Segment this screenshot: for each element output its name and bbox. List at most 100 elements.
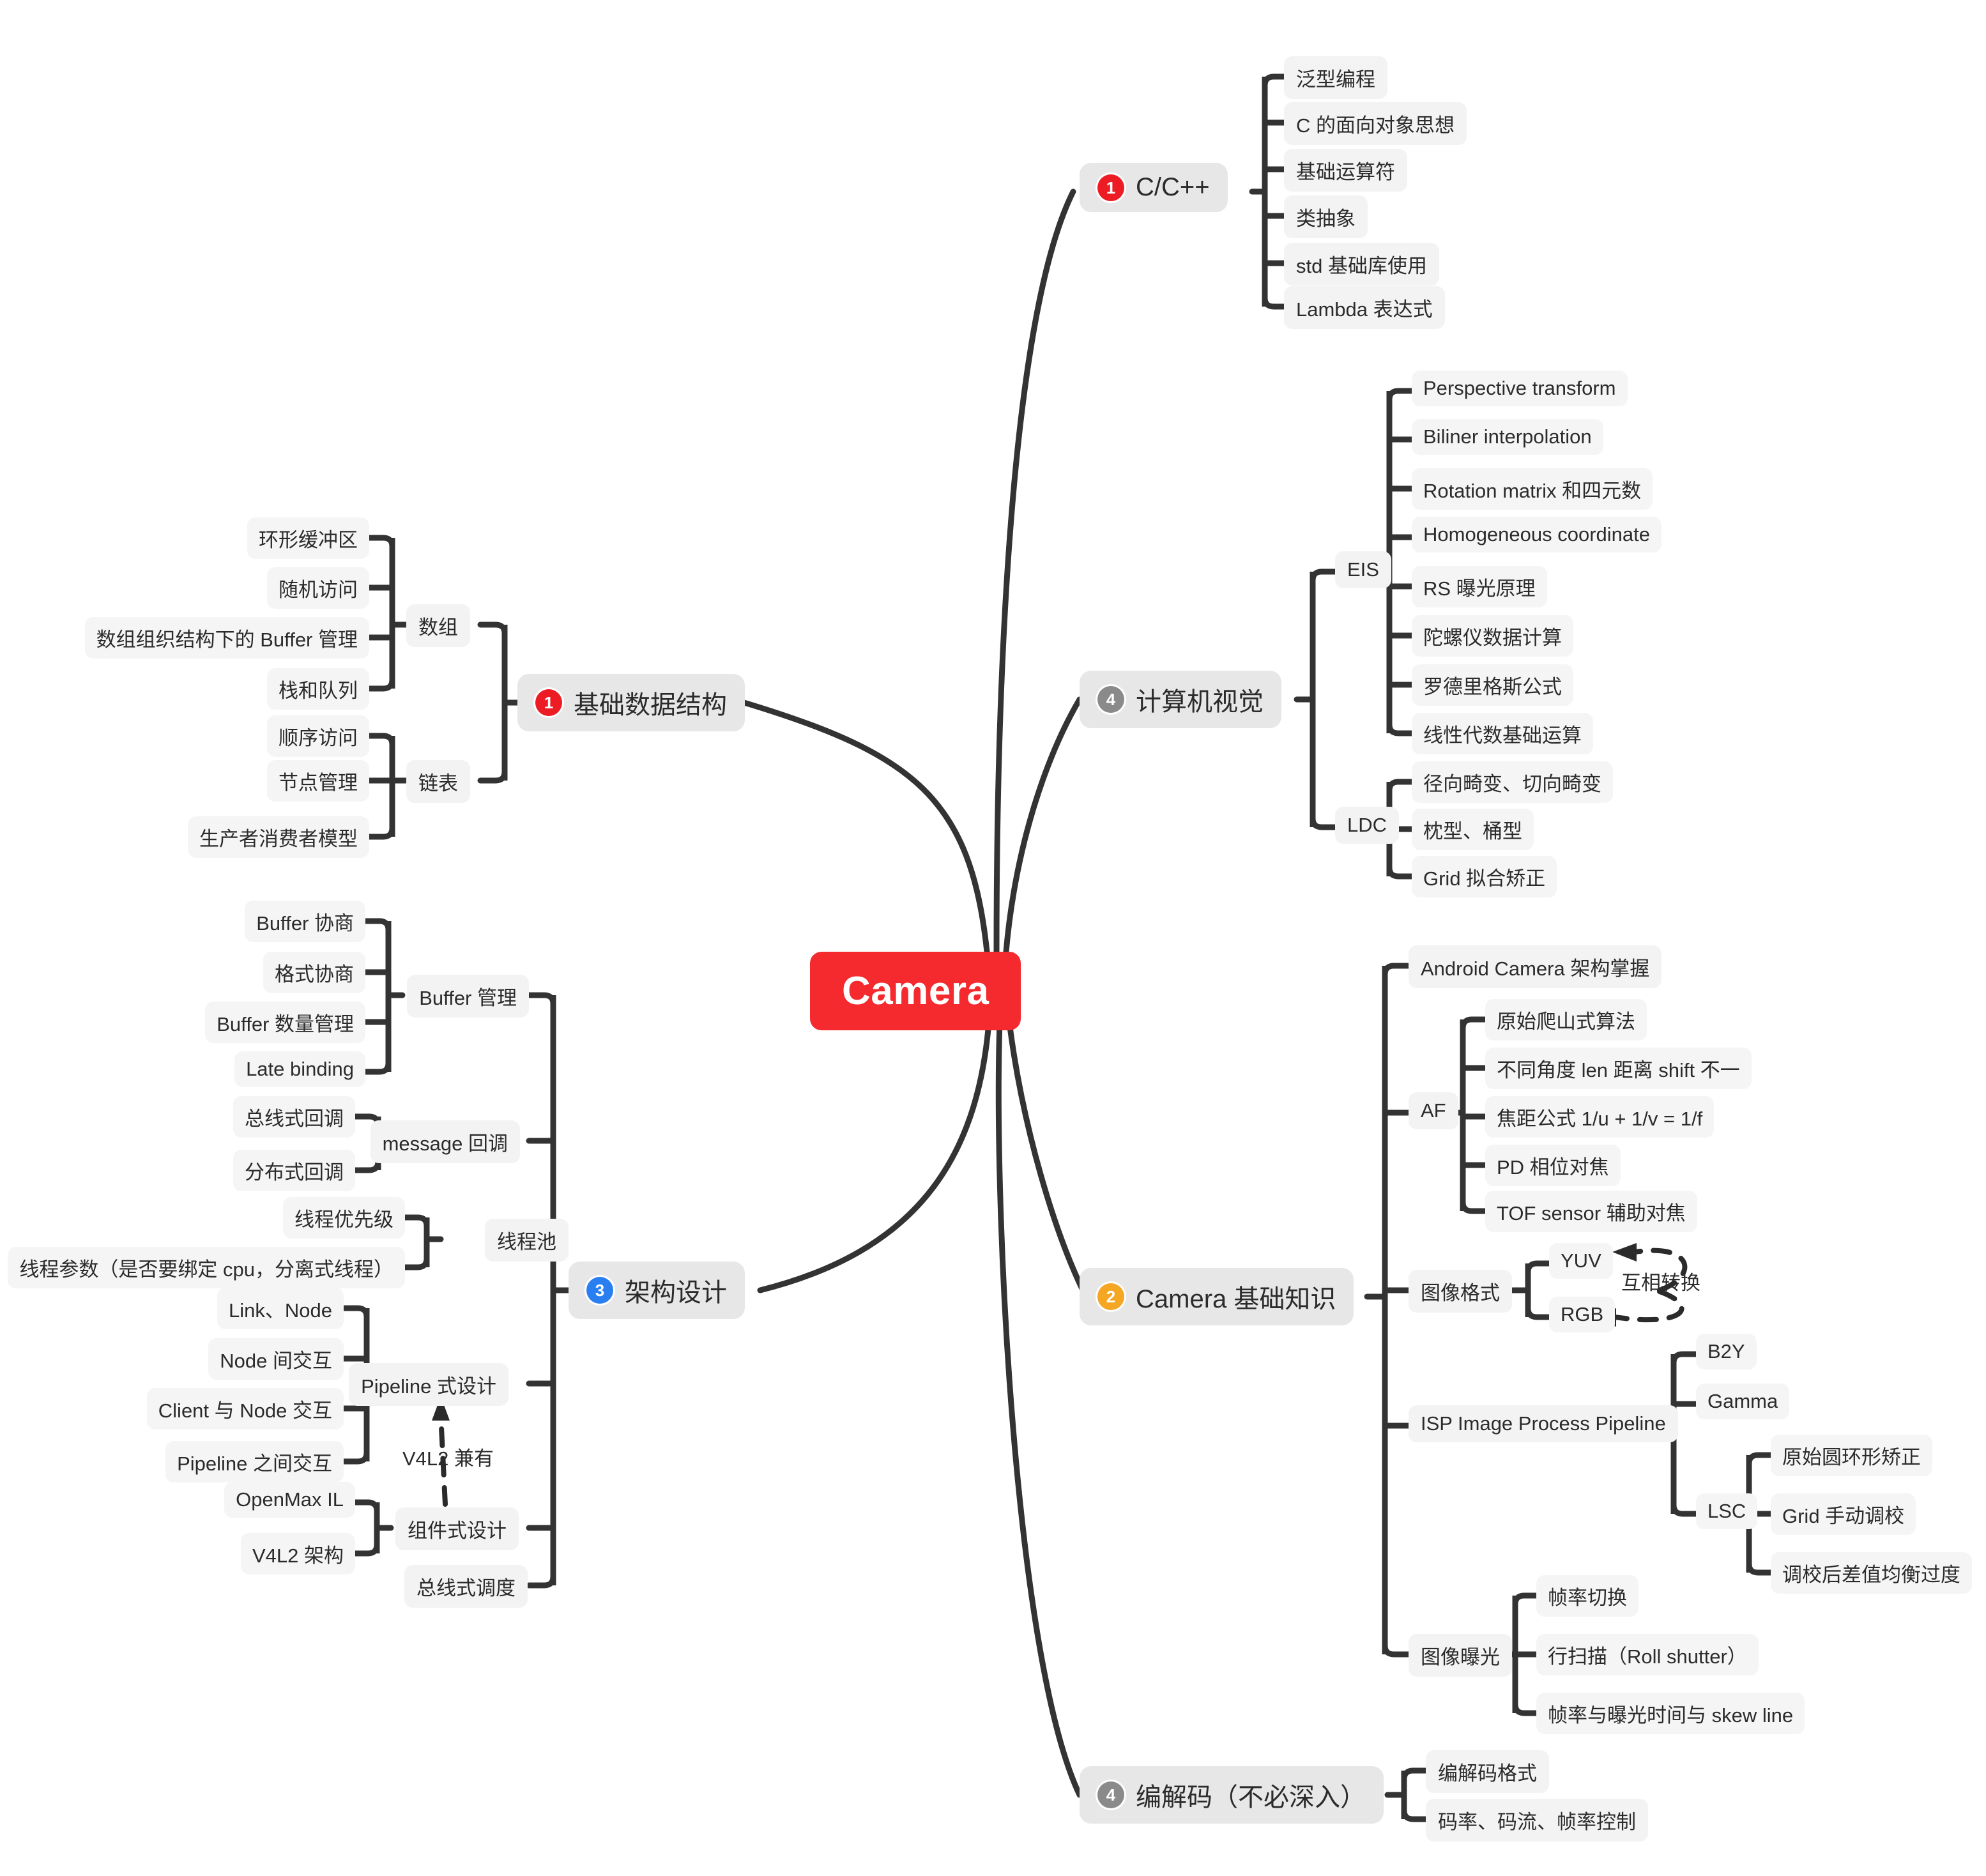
badge-number-3: 3 [586, 1277, 613, 1304]
leaf-node[interactable]: Buffer 协商 [245, 901, 365, 942]
leaf-node[interactable]: 线程优先级 [283, 1197, 405, 1239]
group-node-lsc[interactable]: LSC [1696, 1493, 1758, 1529]
branch-node-data-structure[interactable]: 1 基础数据结构 [517, 674, 745, 731]
group-node-eis[interactable]: EIS [1335, 551, 1391, 588]
group-node-exposure[interactable]: 图像曝光 [1409, 1634, 1512, 1677]
branch-node-camera-basics[interactable]: 2 Camera 基础知识 [1080, 1268, 1354, 1325]
leaf-node[interactable]: 径向畸变、切向畸变 [1412, 761, 1613, 803]
link-lsc-c3 [1746, 1560, 1774, 1576]
leaf-node[interactable]: B2Y [1696, 1334, 1757, 1369]
leaf-node[interactable]: std 基础库使用 [1284, 243, 1439, 286]
leaf-label: 总线式回调 [245, 1108, 344, 1130]
leaf-node[interactable]: 焦距公式 1/u + 1/v = 1/f [1485, 1096, 1715, 1138]
group-node-pipeline-design[interactable]: Pipeline 式设计 [349, 1363, 508, 1406]
leaf-node[interactable]: Perspective transform [1412, 370, 1628, 406]
leaf-node[interactable]: 帧率切换 [1536, 1575, 1638, 1617]
group-node-image-format[interactable]: 图像格式 [1409, 1270, 1512, 1313]
group-label: 组件式设计 [408, 1520, 507, 1542]
group-node-buffer-management[interactable]: Buffer 管理 [407, 975, 529, 1018]
leaf-label: 原始爬山式算法 [1497, 1010, 1635, 1033]
group-node-message-callback[interactable]: message 回调 [370, 1120, 520, 1163]
leaf-label: Link、Node [229, 1299, 332, 1322]
leaf-node[interactable]: 调校后差值均衡过度 [1771, 1552, 1972, 1594]
leaf-node[interactable]: RS 曝光原理 [1412, 566, 1547, 607]
leaf-node[interactable]: Link、Node [217, 1288, 344, 1329]
leaf-node[interactable]: 基础运算符 [1284, 149, 1407, 192]
leaf-node[interactable]: 格式协商 [263, 952, 365, 993]
leaf-node[interactable]: Grid 拟合矫正 [1412, 856, 1557, 897]
leaf-label: Homogeneous coordinate [1423, 523, 1651, 545]
leaf-node[interactable]: TOF sensor 辅助对焦 [1485, 1191, 1697, 1232]
leaf-node[interactable]: Rotation matrix 和四元数 [1412, 468, 1653, 510]
leaf-node[interactable]: 线程参数（是否要绑定 cpu，分离式线程） [8, 1247, 405, 1288]
leaf-node[interactable]: 顺序访问 [267, 715, 369, 757]
group-node-af[interactable]: AF [1409, 1092, 1458, 1129]
leaf-label: Node 间交互 [220, 1350, 332, 1372]
leaf-node[interactable]: YUV [1549, 1243, 1613, 1279]
leaf-node[interactable]: 枕型、桶型 [1412, 809, 1534, 850]
leaf-label: OpenMax IL [236, 1488, 344, 1511]
leaf-node[interactable]: 原始圆环形矫正 [1771, 1435, 1932, 1476]
link-root-datastruct [741, 699, 990, 955]
root-node[interactable]: Camera [810, 952, 1021, 1030]
leaf-label: 不同角度 len 距离 shift 不一 [1497, 1059, 1740, 1081]
leaf-node[interactable]: V4L2 架构 [240, 1533, 355, 1575]
leaf-node[interactable]: 类抽象 [1284, 195, 1368, 238]
branch-node-codec[interactable]: 4 编解码（不必深入） [1080, 1766, 1384, 1824]
leaf-label: Buffer 数量管理 [217, 1013, 354, 1035]
branch-node-architecture[interactable]: 3 架构设计 [569, 1262, 745, 1319]
leaf-node[interactable]: Late binding [234, 1051, 365, 1087]
leaf-node[interactable]: RGB [1549, 1297, 1616, 1332]
leaf-label: 枕型、桶型 [1423, 820, 1522, 843]
group-label: 线程池 [497, 1231, 556, 1253]
leaf-node[interactable]: 线性代数基础运算 [1412, 713, 1593, 754]
leaf-node[interactable]: 数组组织结构下的 Buffer 管理 [84, 617, 369, 659]
link-codec-c2 [1401, 1807, 1429, 1822]
leaf-node[interactable]: 编解码格式 [1426, 1750, 1549, 1793]
group-node-isp-pipeline[interactable]: ISP Image Process Pipeline [1409, 1405, 1678, 1442]
leaf-node[interactable]: 陀螺仪数据计算 [1412, 615, 1573, 657]
leaf-node[interactable]: Grid 手动调校 [1771, 1493, 1916, 1535]
group-node-ldc[interactable]: LDC [1335, 807, 1400, 844]
leaf-node[interactable]: Buffer 数量管理 [205, 1002, 365, 1043]
leaf-node[interactable]: 栈和队列 [267, 668, 369, 710]
leaf-node[interactable]: Client 与 Node 交互 [146, 1388, 344, 1430]
leaf-node[interactable]: OpenMax IL [224, 1482, 355, 1518]
leaf-node[interactable]: 码率、码流、帧率控制 [1426, 1799, 1648, 1842]
group-node-array[interactable]: 数组 [406, 604, 470, 647]
leaf-node[interactable]: Pipeline 之间交互 [165, 1441, 344, 1483]
link-isp-b2y [1670, 1351, 1699, 1366]
leaf-node[interactable]: 行扫描（Roll shutter） [1536, 1634, 1759, 1675]
leaf-label: B2Y [1707, 1340, 1745, 1362]
branch-node-cpp[interactable]: 1 C/C++ [1080, 163, 1228, 212]
group-node-component-design[interactable]: 组件式设计 [395, 1507, 519, 1550]
link-cb-exposure [1382, 1642, 1412, 1658]
leaf-node[interactable]: Homogeneous coordinate [1412, 517, 1662, 553]
leaf-node[interactable]: PD 相位对焦 [1485, 1145, 1621, 1186]
leaf-node[interactable]: 总线式回调 [233, 1096, 355, 1138]
leaf-node[interactable]: Lambda 表达式 [1284, 286, 1445, 329]
leaf-node[interactable]: 分布式回调 [233, 1150, 355, 1191]
group-label: AF [1421, 1099, 1446, 1122]
leaf-node[interactable]: 节点管理 [267, 760, 369, 802]
leaf-node[interactable]: 罗德里格斯公式 [1412, 664, 1573, 706]
group-label: 图像曝光 [1421, 1646, 1500, 1668]
leaf-node[interactable]: Biliner interpolation [1412, 419, 1603, 455]
leaf-node[interactable]: 随机访问 [267, 567, 369, 609]
link-root-cv [1003, 696, 1083, 955]
group-node-thread-pool[interactable]: 线程池 [485, 1219, 569, 1262]
leaf-node[interactable]: Node 间交互 [208, 1338, 344, 1380]
leaf-node[interactable]: 生产者消费者模型 [188, 816, 369, 858]
leaf-node[interactable]: 原始爬山式算法 [1485, 999, 1647, 1041]
leaf-node[interactable]: Android Camera 架构掌握 [1409, 945, 1662, 988]
branch-node-computer-vision[interactable]: 4 计算机视觉 [1080, 671, 1281, 728]
leaf-node[interactable]: 不同角度 len 距离 shift 不一 [1485, 1048, 1752, 1089]
group-node-bus-scheduling[interactable]: 总线式调度 [404, 1565, 528, 1608]
leaf-node[interactable]: C 的面向对象思想 [1284, 102, 1467, 145]
group-node-linkedlist[interactable]: 链表 [406, 760, 470, 803]
leaf-node[interactable]: Gamma [1696, 1384, 1790, 1419]
leaf-node[interactable]: 泛型编程 [1284, 56, 1387, 99]
leaf-node[interactable]: 帧率与曝光时间与 skew line [1536, 1693, 1805, 1734]
leaf-node[interactable]: 环形缓冲区 [247, 517, 369, 559]
link-codec-c1 [1401, 1767, 1429, 1783]
